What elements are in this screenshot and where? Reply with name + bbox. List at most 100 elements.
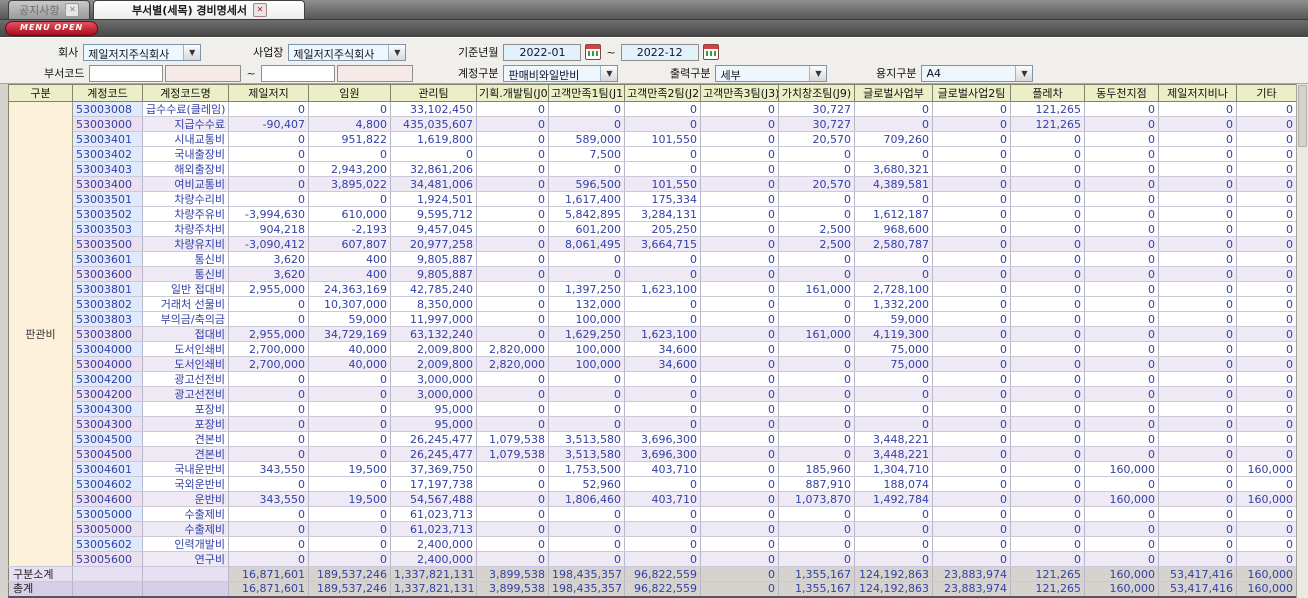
amount-cell: 0 [1084, 206, 1159, 222]
account-code-cell: 53003500 [72, 236, 143, 252]
column-header: 계정코드 [72, 84, 143, 102]
amount-cell: 0 [854, 101, 933, 117]
subtotal-row: 53003400 여비교통비 0 3,895,022 34,481,006 0 596,50… [9, 176, 1297, 192]
detail-row: 53003503 차량주차비 904,218 -2,193 9,457,045 0 601,… [9, 221, 1297, 237]
amount-cell: 0 [1158, 131, 1237, 147]
amount-cell: 0 [700, 161, 779, 177]
amount-cell: 2,700,000 [228, 356, 309, 372]
vertical-scrollbar[interactable] [1296, 84, 1308, 598]
amount-cell: 1,073,870 [778, 491, 855, 507]
amount-cell: 0 [932, 191, 1011, 207]
amount-cell: 0 [778, 161, 855, 177]
site-select[interactable]: 제일저지주식회사 ▼ [288, 43, 407, 61]
amount-cell: 0 [1236, 311, 1297, 327]
amount-cell: 0 [778, 341, 855, 357]
calendar-icon[interactable] [585, 44, 602, 60]
amount-cell: 19,500 [308, 491, 391, 507]
output-type-select[interactable]: 세부 ▼ [715, 64, 828, 82]
amount-cell: 0 [700, 341, 779, 357]
amount-cell: 0 [1010, 536, 1085, 552]
amount-cell: 0 [778, 386, 855, 402]
account-name-cell: 국내출장비 [142, 146, 229, 162]
amount-cell: 0 [932, 476, 1011, 492]
amount-cell: 0 [476, 416, 549, 432]
amount-cell: 0 [308, 551, 391, 567]
account-code-cell: 53003501 [72, 191, 143, 207]
tab-expense-report[interactable]: 부서별(세목) 경비명세서 ✕ [93, 0, 306, 19]
account-type-select[interactable]: 판매비와일반비 ▼ [503, 64, 619, 82]
account-name-cell: 수출제비 [142, 506, 229, 522]
amount-cell: 3,620 [228, 266, 309, 282]
amount-cell: 403,710 [624, 491, 701, 507]
paper-type-label: 용지구분 [876, 67, 917, 80]
amount-cell: 75,000 [854, 341, 933, 357]
amount-cell: 0 [854, 116, 933, 132]
account-name-cell: 국내운반비 [142, 461, 229, 477]
account-name-cell: 거래처 선물비 [142, 296, 229, 312]
amount-cell: 0 [1084, 311, 1159, 327]
amount-cell: 0 [1010, 476, 1085, 492]
amount-cell: 0 [1236, 371, 1297, 387]
amount-cell: 0 [1084, 446, 1159, 462]
calendar-icon[interactable] [702, 44, 719, 60]
amount-cell: 0 [700, 371, 779, 387]
amount-cell: 0 [1084, 101, 1159, 117]
amount-cell: 0 [1084, 536, 1159, 552]
amount-cell: 0 [1084, 236, 1159, 252]
amount-cell: 0 [228, 131, 309, 147]
amount-cell: 0 [1236, 386, 1297, 402]
period-to-input[interactable] [620, 43, 699, 61]
amount-cell: 0 [1236, 206, 1297, 222]
amount-cell: 30,727 [778, 116, 855, 132]
account-name-cell: 운반비 [142, 491, 229, 507]
amount-cell: 0 [778, 431, 855, 447]
amount-cell: 0 [932, 341, 1011, 357]
group-cell: 판관비 [8, 101, 73, 567]
amount-cell: 0 [624, 401, 701, 417]
dept-to-name-input[interactable] [336, 64, 413, 82]
amount-cell: 0 [854, 536, 933, 552]
amount-cell: 101,550 [624, 176, 701, 192]
amount-cell: 0 [624, 161, 701, 177]
amount-cell: 0 [854, 146, 933, 162]
amount-cell: 1,079,538 [476, 431, 549, 447]
period-from-input[interactable] [503, 43, 582, 61]
amount-cell: 0 [624, 371, 701, 387]
amount-cell: 0 [308, 401, 391, 417]
amount-cell: 0 [548, 386, 625, 402]
amount-cell: 0 [1010, 326, 1085, 342]
amount-cell: 0 [308, 506, 391, 522]
scrollbar-thumb[interactable] [1298, 85, 1307, 147]
amount-cell: 0 [476, 101, 549, 117]
amount-cell: 2,400,000 [390, 536, 477, 552]
close-icon[interactable]: ✕ [65, 3, 80, 17]
amount-cell: 4,389,581 [854, 176, 933, 192]
amount-cell: 0 [778, 506, 855, 522]
menu-open-button[interactable]: MENU OPEN [5, 21, 99, 36]
chevron-down-icon: ▼ [1015, 65, 1033, 81]
amount-cell: 0 [1158, 221, 1237, 237]
column-header: 관리팀 [390, 84, 477, 102]
amount-cell: 17,197,738 [390, 476, 477, 492]
dept-to-code-input[interactable] [260, 64, 335, 82]
column-header: 기획.개발팀(J0) [476, 84, 549, 102]
amount-cell: 0 [1010, 386, 1085, 402]
amount-cell: 0 [932, 116, 1011, 132]
amount-cell: 0 [1236, 176, 1297, 192]
dept-from-code-input[interactable] [89, 64, 164, 82]
paper-type-select[interactable]: A4 ▼ [921, 64, 1034, 82]
amount-cell: 0 [932, 176, 1011, 192]
detail-row: 53004200 광고선전비 0 0 3,000,000 0 0 0 0 0 0 0 0 0 0 0 [9, 371, 1297, 387]
amount-cell: 0 [1084, 266, 1159, 282]
account-code-cell: 53004500 [72, 446, 143, 462]
amount-cell: 26,245,477 [390, 431, 477, 447]
tab-notice[interactable]: 공지사항 ✕ [8, 0, 91, 19]
amount-cell: 0 [476, 401, 549, 417]
close-icon[interactable]: ✕ [253, 3, 268, 17]
amount-cell: 0 [1158, 536, 1237, 552]
amount-cell: 0 [1010, 461, 1085, 477]
amount-cell: 0 [932, 536, 1011, 552]
dept-from-name-input[interactable] [165, 64, 242, 82]
amount-cell: 160,000 [1236, 491, 1297, 507]
company-select[interactable]: 제일저지주식회사 ▼ [83, 43, 202, 61]
